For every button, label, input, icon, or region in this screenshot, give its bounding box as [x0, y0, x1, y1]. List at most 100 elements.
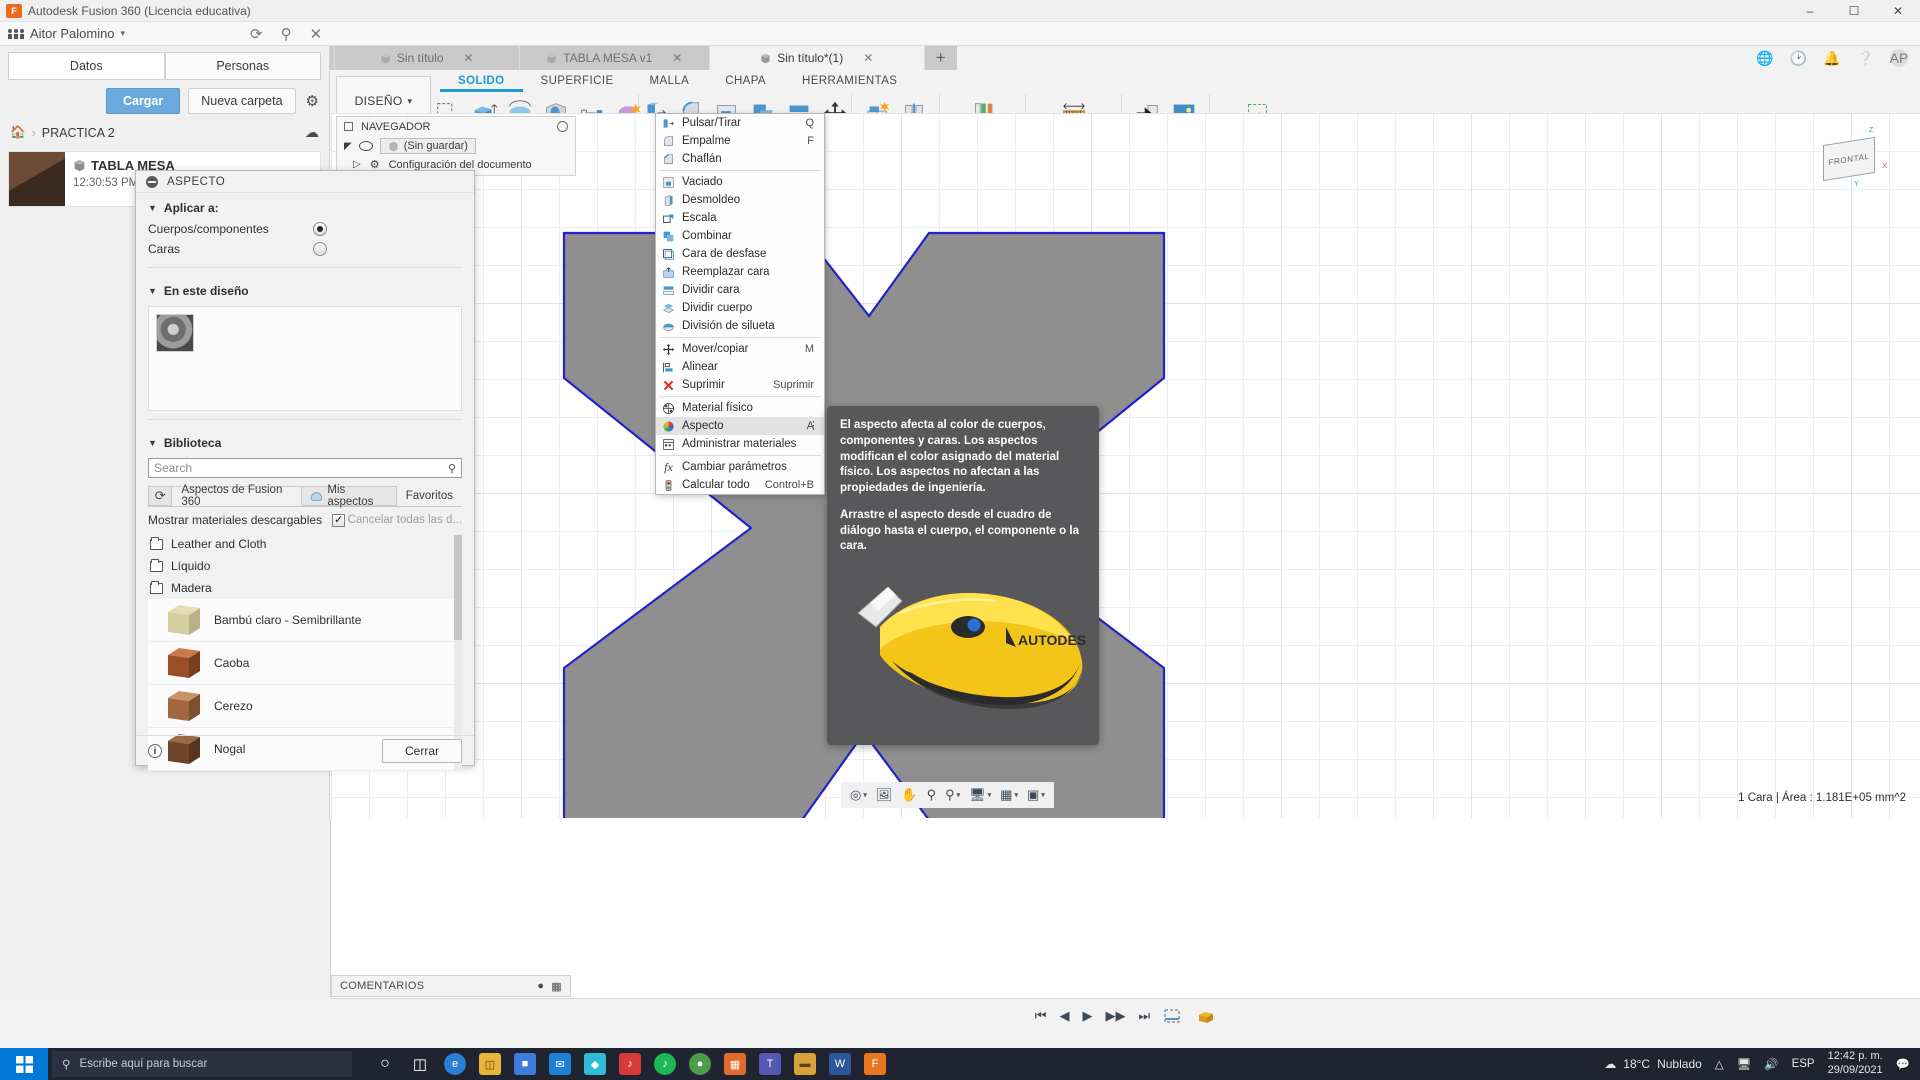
teams-icon[interactable]: T — [759, 1053, 781, 1075]
list-item[interactable]: Cerezo — [148, 685, 462, 728]
zoom-icon[interactable]: ⚲ — [924, 785, 940, 805]
zoom-window-icon[interactable]: ⚲ ▾ — [942, 785, 963, 805]
window-maximize-button[interactable]: ☐ — [1832, 0, 1876, 22]
close-icon[interactable]: ✕ — [464, 51, 474, 65]
list-item[interactable]: Caoba — [148, 642, 462, 685]
document-tab-tabla-mesa[interactable]: TABLA MESA v1 ✕ — [519, 46, 710, 70]
comments-panel[interactable]: COMENTARIOS ● ▦ — [331, 975, 571, 997]
mail-icon[interactable]: ✉ — [549, 1053, 571, 1075]
collapse-icon[interactable]: ● — [537, 980, 544, 992]
step-forward-icon[interactable]: ▶▶ — [1106, 1008, 1126, 1024]
ribbon-tab-solido[interactable]: SOLIDO — [440, 73, 523, 92]
refresh-icon[interactable]: ⟳ — [250, 25, 263, 43]
option-caras[interactable]: Caras — [136, 239, 474, 259]
menu-item-combinar[interactable]: Combinar — [656, 227, 824, 245]
timeline-bar[interactable]: ⏮ ◀ ▶ ▶▶ ⏭ — [331, 998, 1920, 1048]
list-item[interactable]: Bambú claro - Semibrillante — [148, 599, 462, 642]
recent-clock-icon[interactable]: 🕑 — [1790, 50, 1807, 67]
folder-leather-and-cloth[interactable]: Leather and Cloth — [148, 533, 462, 555]
cloud-icon[interactable]: ☁ — [305, 124, 319, 141]
gear-icon[interactable]: ⚙ — [306, 92, 319, 110]
in-design-swatch-list[interactable] — [148, 306, 462, 411]
weather-widget[interactable]: ☁ 18°C Nublado — [1604, 1057, 1702, 1071]
show-downloadable-checkbox[interactable]: ✓ — [332, 513, 346, 527]
navigator-root-row[interactable]: ◤ (Sin guardar) — [337, 136, 575, 156]
display-settings-icon[interactable]: 🖥 ▾ — [966, 785, 994, 805]
help-globe-icon[interactable]: 🌐 — [1756, 50, 1773, 67]
chrome-icon[interactable]: ● — [689, 1053, 711, 1075]
search-input[interactable] — [154, 461, 448, 475]
menu-item-empalme[interactable]: Empalme F — [656, 132, 824, 150]
tab-personas[interactable]: Personas — [164, 52, 321, 80]
pin-icon[interactable]: ▦ — [551, 980, 562, 993]
close-icon[interactable]: ✕ — [863, 51, 873, 65]
view-cube[interactable]: FRONTAL Z X Y — [1823, 127, 1887, 188]
close-icon[interactable]: ✕ — [310, 25, 323, 43]
design-canvas[interactable]: FRONTAL Z X Y 1 Cara | Área : 1.181E+05 … — [331, 113, 1920, 818]
expand-triangle-icon[interactable]: ▷ — [353, 159, 361, 170]
close-button[interactable]: Cerrar — [381, 738, 462, 763]
menu-item-material-fisico[interactable]: Material físico — [656, 399, 824, 417]
library-tab-fusion360[interactable]: Aspectos de Fusion 360 — [172, 484, 302, 508]
menu-item-alinear[interactable]: Alinear — [656, 358, 824, 376]
search-icon[interactable]: ⚲ — [448, 462, 456, 475]
view-cube-face-label[interactable]: FRONTAL — [1823, 136, 1875, 182]
pin-icon[interactable] — [557, 121, 568, 132]
store-icon[interactable]: ■ — [514, 1053, 536, 1075]
ribbon-tab-herramientas[interactable]: HERRAMIENTAS — [784, 73, 915, 92]
info-icon[interactable]: i — [148, 743, 162, 758]
sketch-feature-icon[interactable] — [1163, 1007, 1183, 1025]
collapse-icon[interactable] — [146, 175, 158, 188]
taskbar-clock[interactable]: 12:42 p. m. 29/09/2021 — [1828, 1050, 1883, 1078]
menu-item-dividir-cuerpo[interactable]: Dividir cuerpo — [656, 299, 824, 317]
aplicar-a-section-header[interactable]: ▼ Aplicar a: — [136, 193, 474, 219]
ribbon-tab-chapa[interactable]: CHAPA — [707, 73, 784, 92]
skip-first-icon[interactable]: ⏮ — [1035, 1008, 1047, 1024]
close-icon[interactable]: ✕ — [672, 51, 682, 65]
refresh-icon[interactable]: ⟳ — [148, 486, 173, 506]
menu-item-cara-de-desfase[interactable]: Cara de desfase — [656, 245, 824, 263]
menu-item-suprimir[interactable]: Suprimir Suprimir — [656, 376, 824, 394]
fusion360-icon[interactable]: F — [864, 1053, 886, 1075]
pan-icon[interactable]: ✋ — [898, 785, 920, 805]
menu-item-mover-copiar[interactable]: Mover/copiar M — [656, 340, 824, 358]
chevron-up-icon[interactable]: △ — [1715, 1057, 1724, 1071]
menu-item-escala[interactable]: Escala — [656, 209, 824, 227]
home-icon[interactable]: 🏠 — [10, 125, 26, 140]
network-icon[interactable]: 🖥 — [1737, 1057, 1752, 1071]
document-tab-sin-titulo[interactable]: Sin título ✕ — [334, 46, 520, 70]
spotify-icon[interactable]: ♪ — [654, 1053, 676, 1075]
radio-caras[interactable] — [313, 242, 327, 256]
menu-item-chaflan[interactable]: Chaflán — [656, 150, 824, 168]
window-close-button[interactable]: ✕ — [1876, 0, 1920, 22]
orbit-icon[interactable]: ◎ ▾ — [847, 785, 870, 805]
avatar[interactable]: AP — [1890, 49, 1908, 67]
viewports-icon[interactable]: ▣ ▾ — [1024, 785, 1048, 805]
breadcrumb-project[interactable]: PRACTICA 2 — [42, 126, 115, 140]
current-appearance-swatch[interactable] — [156, 314, 194, 352]
scrollbar-thumb[interactable] — [454, 535, 462, 640]
radio-cuerpos-componentes[interactable] — [313, 222, 327, 236]
en-este-diseno-section-header[interactable]: ▼ En este diseño — [136, 276, 474, 302]
grid-snaps-icon[interactable]: ▦ ▾ — [997, 785, 1021, 805]
taskbar-search[interactable]: ⚲ Escribe aquí para buscar — [52, 1051, 352, 1077]
help-question-icon[interactable]: ❔ — [1857, 50, 1874, 67]
expand-triangle-icon[interactable]: ◤ — [344, 141, 352, 152]
windows-start-icon[interactable] — [0, 1048, 48, 1080]
eye-icon[interactable] — [358, 141, 373, 151]
new-document-tab-button[interactable]: + — [924, 46, 957, 70]
tab-datos[interactable]: Datos — [8, 52, 165, 80]
new-folder-button[interactable]: Nueva carpeta — [188, 88, 296, 114]
photos-icon[interactable]: ◆ — [584, 1053, 606, 1075]
library-tab-mis-aspectos[interactable]: Mis aspectos — [301, 484, 397, 508]
folder-liquido[interactable]: Líquido — [148, 555, 462, 577]
notifications-icon[interactable]: 💬 — [1896, 1057, 1910, 1071]
menu-item-calcular-todo[interactable]: Calcular todo Control+B — [656, 476, 824, 494]
extrude-feature-icon[interactable] — [1196, 1007, 1216, 1025]
menu-item-reemplazar-cara[interactable]: Reemplazar cara — [656, 263, 824, 281]
folder-icon[interactable]: ▬ — [794, 1053, 816, 1075]
cancel-downloads-link[interactable]: Cancelar todas las d... — [348, 514, 462, 526]
music-icon[interactable]: ♪ — [619, 1053, 641, 1075]
menu-item-division-de-silueta[interactable]: División de silueta — [656, 317, 824, 335]
task-view-icon[interactable]: ◫ — [409, 1053, 431, 1075]
